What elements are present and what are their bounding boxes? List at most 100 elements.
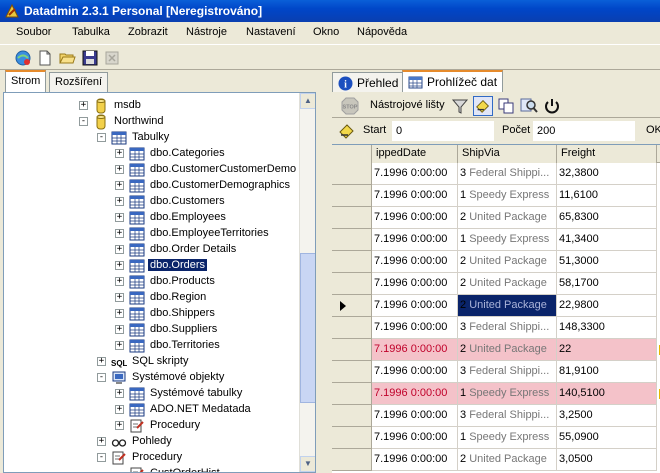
tree-node-label[interactable]: dbo.Categories [148, 147, 227, 159]
cell-shipvia[interactable]: 3 Federal Shippi... [458, 163, 557, 185]
tree-node-label[interactable]: dbo.Order Details [148, 243, 238, 255]
cell-shippeddate[interactable]: 7.1996 0:00:00 [372, 405, 458, 427]
scroll-up-button[interactable]: ▲ [300, 93, 315, 109]
tree-node[interactable]: + dbo.Shippers [4, 306, 300, 322]
cell-freight[interactable]: 32,3800 [557, 163, 657, 185]
cell-shippeddate[interactable]: 7.1996 0:00:00 [372, 361, 458, 383]
column-header-shipvia[interactable]: ShipVia [458, 145, 557, 163]
tree-node[interactable]: + Procedury [4, 418, 300, 434]
tree-node[interactable]: - Tabulky [4, 130, 300, 146]
tree-node[interactable]: + dbo.Region [4, 290, 300, 306]
cell-shippeddate[interactable]: 7.1996 0:00:00 [372, 317, 458, 339]
tree-expander[interactable]: + [115, 293, 124, 302]
row-selector[interactable] [332, 405, 372, 427]
cell-shipvia[interactable]: 2 United Package [458, 339, 557, 361]
row-selector[interactable] [332, 361, 372, 383]
connect-icon[interactable] [14, 49, 32, 67]
tree-node[interactable]: + dbo.Territories [4, 338, 300, 354]
copy-icon[interactable] [496, 96, 516, 116]
tree-node-label[interactable]: dbo.Shippers [148, 307, 217, 319]
table-row[interactable]: 7.1996 0:00:00 2 United Package 51,3000 [332, 251, 660, 273]
table-row[interactable]: 7.1996 0:00:00 1 Speedy Express 55,0900 [332, 427, 660, 449]
column-header-shippeddate[interactable]: ippedDate [372, 145, 458, 163]
scroll-thumb[interactable] [300, 253, 315, 403]
tree-expander[interactable]: + [115, 229, 124, 238]
cell-freight[interactable]: 81,9100 [557, 361, 657, 383]
cell-shippeddate[interactable]: 7.1996 0:00:00 [372, 273, 458, 295]
table-row[interactable]: 7.1996 0:00:00 3 Federal Shippi... 32,3800 [332, 163, 660, 185]
cell-shipvia[interactable]: 2 United Package [458, 207, 557, 229]
tree-node-label[interactable]: Systémové objekty [130, 371, 226, 383]
tree-node-label[interactable]: ADO.NET Medatada [148, 403, 253, 415]
tree-node[interactable]: + dbo.Customers [4, 194, 300, 210]
cell-freight[interactable]: 22,9800 [557, 295, 657, 317]
cell-shipvia[interactable]: 2 United Package [458, 449, 557, 471]
tree-expander[interactable]: + [115, 405, 124, 414]
open-folder-icon[interactable] [58, 49, 76, 67]
tree-expander[interactable]: + [115, 181, 124, 190]
menu-napoveda[interactable]: Nápověda [357, 26, 407, 38]
cell-freight[interactable]: 3,0500 [557, 449, 657, 471]
row-selector[interactable] [332, 427, 372, 449]
cell-shippeddate[interactable]: 7.1996 0:00:00 [372, 295, 458, 317]
tree-node-label[interactable]: Systémové tabulky [148, 387, 244, 399]
menu-tabulka[interactable]: Tabulka [72, 26, 110, 38]
tree-node[interactable]: + dbo.EmployeeTerritories [4, 226, 300, 242]
cell-shipvia[interactable]: 1 Speedy Express [458, 383, 557, 405]
row-selector[interactable] [332, 251, 372, 273]
tree-node-label[interactable]: CustOrderHist [148, 467, 222, 472]
tree-expander[interactable]: + [115, 309, 124, 318]
cell-shipvia[interactable]: 2 United Package [458, 273, 557, 295]
cell-freight[interactable]: 3,2500 [557, 405, 657, 427]
cell-shipvia[interactable]: 3 Federal Shippi... [458, 405, 557, 427]
cell-shippeddate[interactable]: 7.1996 0:00:00 [372, 185, 458, 207]
tree-expander[interactable]: + [115, 213, 124, 222]
table-row[interactable]: 7.1996 0:00:00 2 United Package 58,1700 [332, 273, 660, 295]
tree-expander[interactable]: - [79, 117, 88, 126]
cell-freight[interactable]: 65,8300 [557, 207, 657, 229]
tree-node[interactable]: + dbo.Products [4, 274, 300, 290]
tree-node[interactable]: + msdb [4, 98, 300, 114]
tree-node[interactable]: + Pohledy [4, 434, 300, 450]
tree-expander[interactable]: + [79, 101, 88, 110]
tree-expander[interactable]: + [115, 325, 124, 334]
cell-shippeddate[interactable]: 7.1996 0:00:00 [372, 251, 458, 273]
table-row[interactable]: 7.1996 0:00:00 1 Speedy Express 11,6100 [332, 185, 660, 207]
tree-scrollbar[interactable]: ▲ ▼ [299, 93, 315, 472]
power-icon[interactable] [542, 96, 562, 116]
find-icon[interactable] [519, 96, 539, 116]
row-selector[interactable] [332, 295, 372, 317]
tree-node-label[interactable]: dbo.Territories [148, 339, 222, 351]
cell-freight[interactable]: 55,0900 [557, 427, 657, 449]
tree-expander[interactable]: - [97, 133, 106, 142]
tree-node[interactable]: + dbo.Categories [4, 146, 300, 162]
edit-pencil-icon[interactable] [338, 122, 356, 140]
tree-node-label[interactable]: Northwind [112, 115, 166, 127]
scroll-down-button[interactable]: ▼ [300, 456, 315, 472]
tree-node-label[interactable]: dbo.CustomerCustomerDemo [148, 163, 298, 175]
tree-node-label[interactable]: SQL skripty [130, 355, 190, 367]
tree-node-label[interactable]: msdb [112, 99, 143, 111]
row-selector[interactable] [332, 229, 372, 251]
tree-node[interactable]: - Systémové objekty [4, 370, 300, 386]
menu-nastroje[interactable]: Nástroje [186, 26, 227, 38]
tree-node-label[interactable]: dbo.Products [148, 275, 217, 287]
tab-prohlizec-dat[interactable]: Prohlížeč dat [402, 70, 504, 92]
tab-strom[interactable]: Strom [5, 70, 47, 92]
tree-node-label[interactable]: Procedury [148, 419, 202, 431]
tree-expander[interactable]: + [115, 341, 124, 350]
cell-freight[interactable]: 51,3000 [557, 251, 657, 273]
ok-button[interactable]: OK [646, 124, 660, 136]
row-selector[interactable] [332, 163, 372, 185]
tree-node-label[interactable]: dbo.Customers [148, 195, 227, 207]
tree-node[interactable]: + dbo.Suppliers [4, 322, 300, 338]
tree-node[interactable]: + SQL SQL skripty [4, 354, 300, 370]
tree-node[interactable]: + dbo.Order Details [4, 242, 300, 258]
menu-zobrazit[interactable]: Zobrazit [128, 26, 168, 38]
tree-node[interactable]: - Northwind [4, 114, 300, 130]
table-row[interactable]: 7.1996 0:00:00 3 Federal Shippi... 3,2500 [332, 405, 660, 427]
menu-okno[interactable]: Okno [313, 26, 339, 38]
tree-node-label[interactable]: dbo.Employees [148, 211, 228, 223]
tree-node[interactable]: + dbo.Orders [4, 258, 300, 274]
table-row[interactable]: 7.1996 0:00:00 2 United Package 22 [332, 339, 660, 361]
